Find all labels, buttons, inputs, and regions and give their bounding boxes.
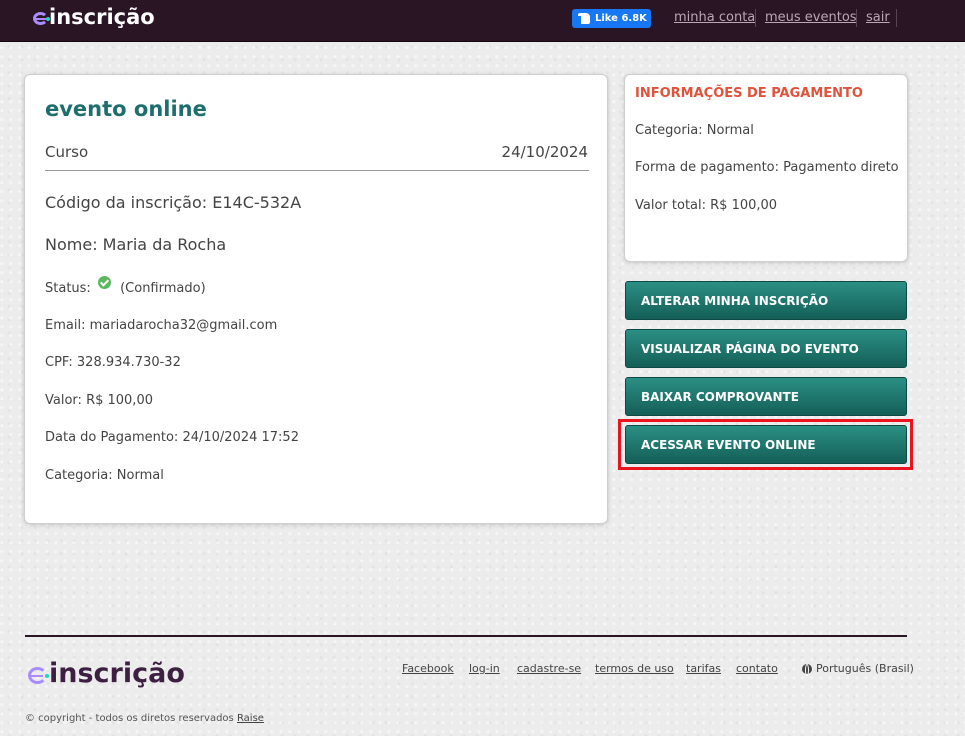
footer-link-login[interactable]: log-in bbox=[469, 662, 500, 675]
payment-info-title: INFORMAÇÕES DE PAGAMENTO bbox=[635, 86, 863, 101]
copyright-link-raise[interactable]: Raise bbox=[237, 713, 264, 724]
thumbs-up-icon bbox=[578, 13, 590, 24]
valor-value: R$ 100,00 bbox=[86, 393, 153, 408]
facebook-like-button[interactable]: Like 6.8K bbox=[572, 9, 651, 28]
logo-e-icon bbox=[28, 667, 49, 684]
email-row: Email: mariadarocha32@gmail.com bbox=[45, 318, 277, 333]
footer-logo-text: inscrição bbox=[49, 657, 185, 689]
logo-text: inscrição bbox=[49, 5, 155, 29]
footer-link-facebook[interactable]: Facebook bbox=[402, 662, 454, 675]
email-label: Email: bbox=[45, 318, 86, 333]
access-online-event-button[interactable]: ACESSAR EVENTO ONLINE bbox=[625, 425, 907, 464]
footer-logo[interactable]: inscrição bbox=[28, 656, 185, 690]
status-row: Status: (Confirmado) bbox=[45, 276, 206, 296]
copyright-text: © copyright - todos os diretos reservado… bbox=[25, 713, 234, 724]
event-type: Curso bbox=[45, 143, 89, 161]
event-date: 24/10/2024 bbox=[501, 143, 588, 161]
payment-category: Categoria: Normal bbox=[635, 123, 754, 138]
footer-link-contact[interactable]: contato bbox=[736, 662, 778, 675]
nav-separator bbox=[896, 9, 897, 27]
language-label: Português (Brasil) bbox=[816, 662, 914, 675]
card-divider bbox=[45, 170, 589, 171]
email-value: mariadarocha32@gmail.com bbox=[89, 318, 278, 333]
language-selector[interactable]: Português (Brasil) bbox=[802, 662, 914, 676]
payment-total: Valor total: R$ 100,00 bbox=[635, 198, 778, 213]
view-event-page-button[interactable]: VISUALIZAR PÁGINA DO EVENTO bbox=[625, 329, 907, 368]
registration-code-row: Código da inscrição: E14C-532A bbox=[45, 193, 301, 212]
cpf-value: 328.934.730-32 bbox=[76, 355, 181, 370]
category-value: Normal bbox=[116, 468, 164, 483]
payment-date-value: 24/10/2024 17:52 bbox=[182, 430, 299, 445]
fb-like-label: Like 6.8K bbox=[595, 13, 647, 24]
alter-registration-button[interactable]: ALTERAR MINHA INSCRIÇÃO bbox=[625, 281, 907, 320]
valor-row: Valor: R$ 100,00 bbox=[45, 393, 153, 408]
code-label: Código da inscrição: bbox=[45, 193, 208, 212]
copyright: © copyright - todos os diretos reservado… bbox=[25, 713, 264, 724]
nav-meus-eventos[interactable]: meus eventos bbox=[765, 10, 857, 25]
footer-link-terms[interactable]: termos de uso bbox=[595, 662, 674, 675]
top-header: inscrição Like 6.8K minha conta meus eve… bbox=[0, 0, 965, 42]
nav-minha-conta[interactable]: minha conta bbox=[674, 10, 755, 25]
header-logo[interactable]: inscrição bbox=[33, 4, 155, 30]
payment-date-label: Data do Pagamento: bbox=[45, 430, 179, 445]
status-value: (Confirmado) bbox=[120, 281, 206, 296]
logo-e-icon bbox=[33, 12, 50, 25]
cpf-label: CPF: bbox=[45, 355, 73, 370]
valor-label: Valor: bbox=[45, 393, 82, 408]
event-title: evento online bbox=[45, 97, 207, 121]
payment-date-row: Data do Pagamento: 24/10/2024 17:52 bbox=[45, 430, 299, 445]
name-label: Nome: bbox=[45, 235, 98, 254]
check-circle-icon bbox=[97, 276, 111, 289]
nav-sair[interactable]: sair bbox=[866, 10, 890, 25]
footer-link-fees[interactable]: tarifas bbox=[686, 662, 721, 675]
code-value: E14C-532A bbox=[212, 193, 302, 212]
payment-info-card: INFORMAÇÕES DE PAGAMENTO Categoria: Norm… bbox=[624, 74, 908, 262]
nav-separator bbox=[755, 9, 756, 27]
nav-separator bbox=[856, 9, 857, 27]
cpf-row: CPF: 328.934.730-32 bbox=[45, 355, 181, 370]
payment-method: Forma de pagamento: Pagamento direto bbox=[635, 160, 899, 175]
status-label: Status: bbox=[45, 281, 91, 296]
download-receipt-button[interactable]: BAIXAR COMPROVANTE bbox=[625, 377, 907, 416]
category-row: Categoria: Normal bbox=[45, 468, 164, 483]
name-row: Nome: Maria da Rocha bbox=[45, 235, 226, 254]
footer-divider bbox=[25, 635, 907, 637]
registration-card: evento online Curso 24/10/2024 Código da… bbox=[24, 74, 608, 524]
name-value: Maria da Rocha bbox=[102, 235, 227, 254]
category-label: Categoria: bbox=[45, 468, 113, 483]
footer-link-signup[interactable]: cadastre-se bbox=[517, 662, 581, 675]
globe-icon bbox=[802, 663, 812, 676]
